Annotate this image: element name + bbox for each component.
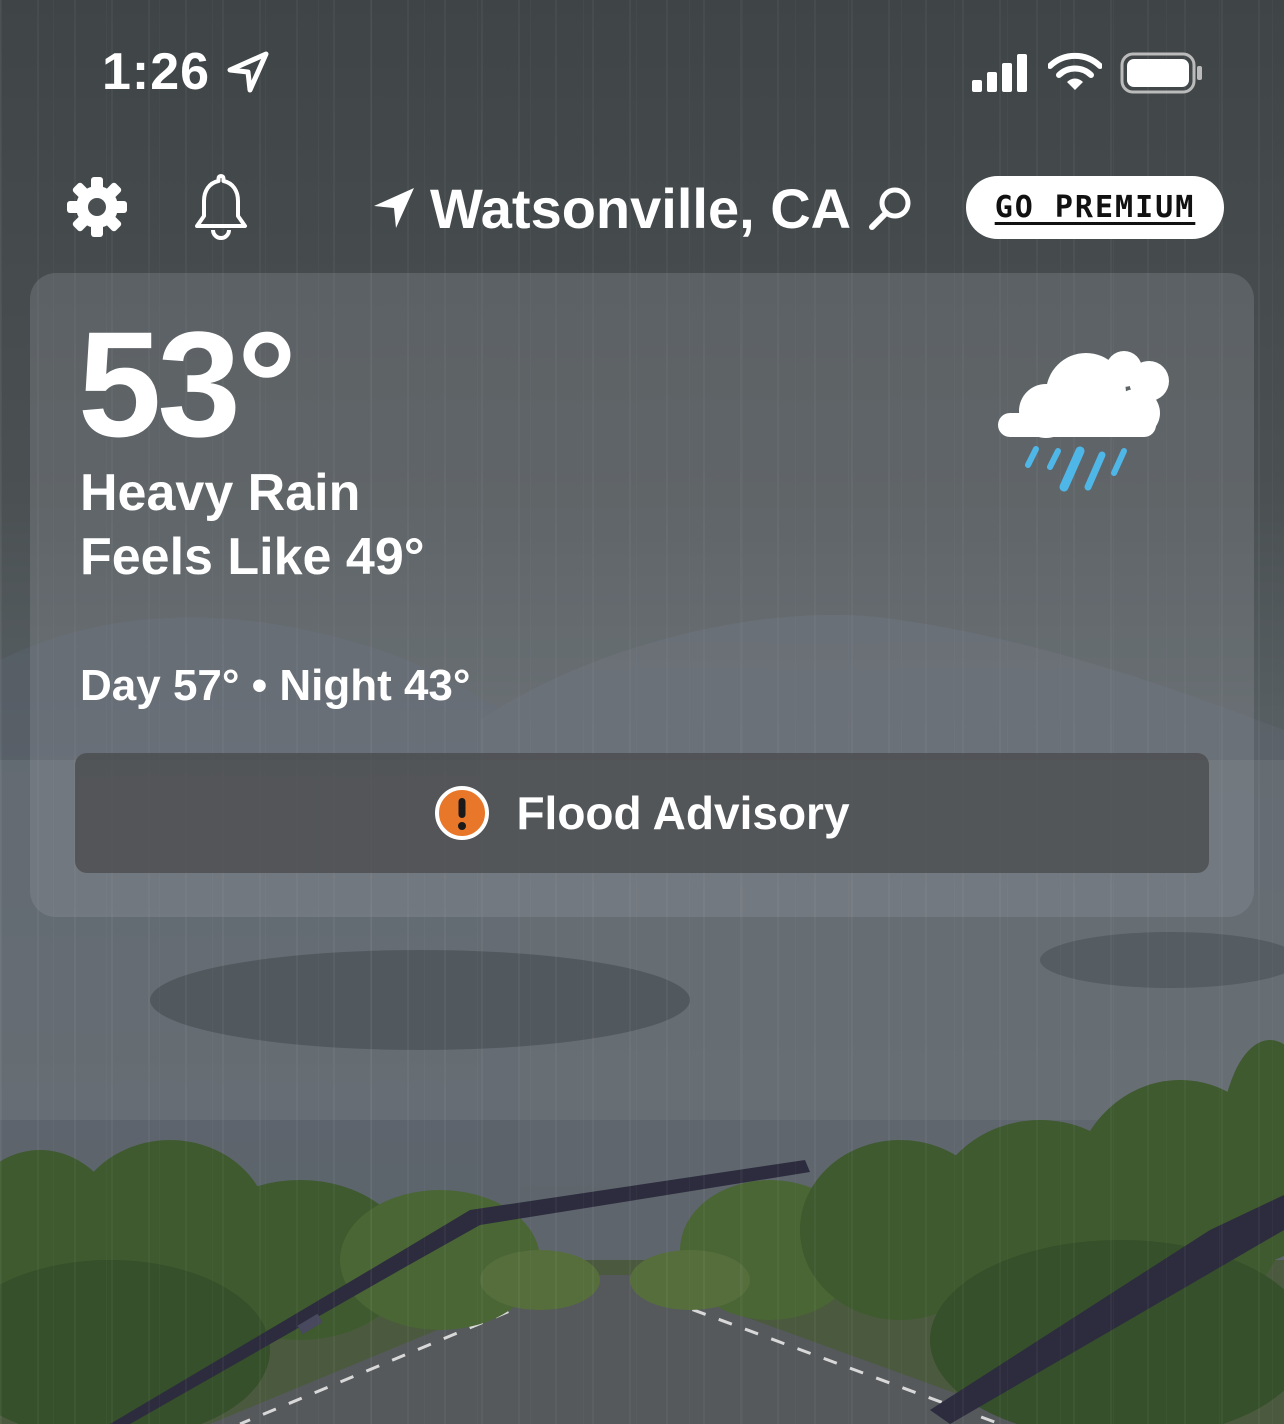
notifications-button[interactable] [192,172,250,240]
condition-text: Heavy Rain [80,464,361,522]
location-services-icon [227,51,269,93]
heavy-rain-icon [998,351,1169,492]
day-night-temps: Day 57° • Night 43° [80,661,471,710]
location-selector[interactable]: Watsonville, CA [372,172,913,244]
battery-icon [1120,52,1202,94]
exclamation-circle-icon [435,786,490,840]
location-arrow-icon [374,188,414,228]
settings-button[interactable] [66,176,128,238]
alert-label: Flood Advisory [516,787,850,839]
location-name: Watsonville, CA [430,176,852,240]
current-conditions-card[interactable]: 53° Heavy Rain Feels Like 49° Day 57° • … [30,273,1254,917]
gear-icon [67,177,127,237]
go-premium-button[interactable]: GO PREMIUM [966,176,1224,239]
flood-advisory-banner[interactable]: Flood Advisory [75,753,1209,873]
weather-app-screen: 1:26 Watsonville, CA GO PREMIUM 53° Heav… [0,0,1284,1424]
feels-like-text: Feels Like 49° [80,528,425,586]
search-icon[interactable] [867,185,913,231]
cellular-signal-icon [972,54,1027,92]
current-temperature: 53° [78,300,297,468]
wifi-icon [1048,52,1102,90]
bell-icon [195,174,247,240]
status-time: 1:26 [102,43,211,101]
